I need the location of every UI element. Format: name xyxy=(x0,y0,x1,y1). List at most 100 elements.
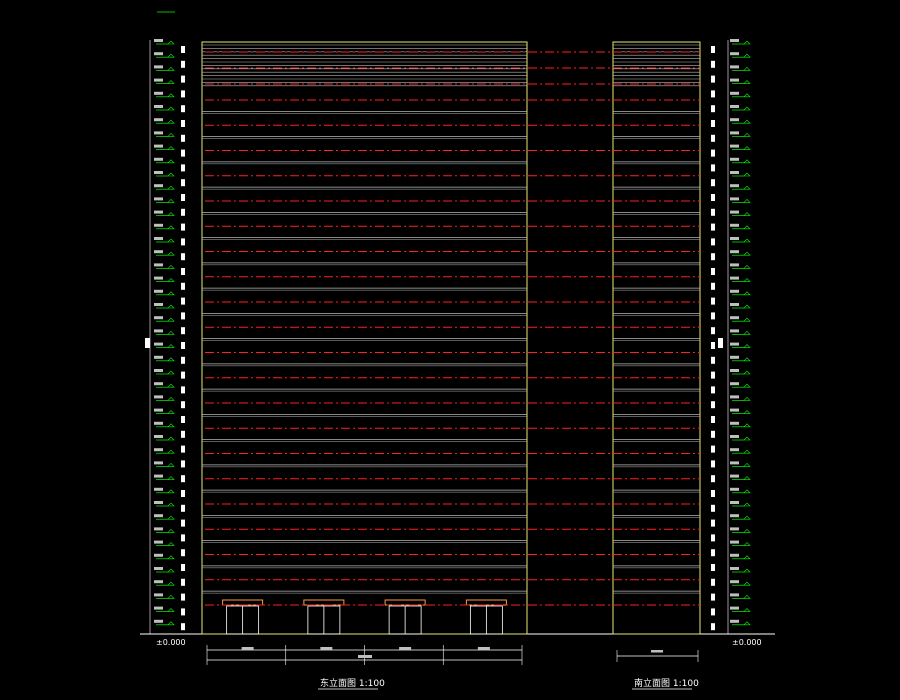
level-label-glyph xyxy=(730,395,739,399)
level-triangle xyxy=(743,66,751,71)
section-mark xyxy=(145,338,150,348)
level-block xyxy=(711,282,715,290)
level-label-glyph xyxy=(730,223,739,227)
level-block xyxy=(711,430,715,438)
level-triangle xyxy=(743,370,751,375)
level-triangle xyxy=(743,198,751,203)
level-block xyxy=(181,342,185,349)
level-label-glyph xyxy=(730,580,739,584)
level-block xyxy=(181,105,185,113)
level-label-glyph xyxy=(730,408,739,412)
level-triangle xyxy=(167,476,175,480)
level-block xyxy=(711,490,715,497)
level-label-glyph xyxy=(154,210,163,214)
entrance-canopy xyxy=(384,599,426,606)
level-label-glyph xyxy=(730,157,739,161)
level-block xyxy=(711,90,715,98)
level-block xyxy=(181,386,185,394)
level-block xyxy=(711,416,715,423)
level-block xyxy=(711,312,715,320)
level-label-glyph xyxy=(730,131,739,135)
level-triangle xyxy=(167,436,175,441)
level-triangle xyxy=(743,238,751,243)
level-label-glyph xyxy=(154,540,163,544)
level-block xyxy=(181,253,185,261)
level-label-glyph xyxy=(154,131,163,135)
level-label-glyph xyxy=(154,144,163,148)
level-triangle xyxy=(167,212,175,216)
level-triangle xyxy=(167,594,175,599)
level-block xyxy=(181,430,185,438)
right-level-markers: ±0.000 xyxy=(711,39,762,647)
level-label-glyph xyxy=(154,78,163,82)
level-triangle xyxy=(167,80,175,84)
level-block xyxy=(711,549,715,557)
level-triangle xyxy=(743,436,751,441)
level-triangle xyxy=(743,489,751,494)
level-label-glyph xyxy=(730,487,739,491)
level-triangle xyxy=(167,185,175,190)
left-level-markers: ±0.000 xyxy=(145,11,186,647)
level-label-glyph xyxy=(154,580,163,584)
dimension-lines xyxy=(206,645,699,665)
level-label-glyph xyxy=(154,355,163,359)
level-triangle xyxy=(743,344,751,348)
level-block xyxy=(711,445,715,453)
level-triangle xyxy=(167,159,175,164)
level-triangle xyxy=(743,132,751,137)
level-triangle xyxy=(743,423,751,428)
level-block xyxy=(711,134,715,142)
level-triangle xyxy=(167,423,175,428)
level-block xyxy=(711,149,715,157)
level-block xyxy=(181,460,185,468)
level-label-glyph xyxy=(154,250,163,254)
level-triangle xyxy=(167,238,175,243)
level-triangle xyxy=(167,542,175,546)
level-label-glyph xyxy=(730,210,739,214)
level-block xyxy=(181,490,185,497)
level-block xyxy=(711,519,715,527)
level-label-glyph xyxy=(154,395,163,399)
level-block xyxy=(711,120,715,127)
level-label-glyph xyxy=(154,619,163,623)
level-triangle xyxy=(167,528,175,533)
level-triangle xyxy=(743,93,751,98)
level-label-glyph xyxy=(730,382,739,386)
level-triangle xyxy=(167,449,175,454)
level-label-glyph xyxy=(154,184,163,188)
dim-value-glyph xyxy=(399,647,412,650)
level-label-glyph xyxy=(154,316,163,320)
level-label-glyph xyxy=(154,606,163,610)
level-label-glyph xyxy=(730,593,739,597)
level-triangle xyxy=(743,40,751,45)
south-outline xyxy=(612,41,701,635)
level-label-glyph xyxy=(730,105,739,108)
level-label-glyph xyxy=(730,78,739,82)
level-block xyxy=(181,90,185,98)
level-triangle xyxy=(167,568,175,573)
level-label-glyph xyxy=(730,421,739,425)
level-label-glyph xyxy=(154,171,163,174)
level-triangle xyxy=(743,278,751,282)
level-triangle xyxy=(167,383,175,388)
level-label-glyph xyxy=(730,329,739,333)
level-label-glyph xyxy=(154,91,163,95)
level-triangle xyxy=(167,581,175,586)
level-label-glyph xyxy=(730,435,739,438)
level-block xyxy=(711,356,715,364)
ground-level-label-right: ±0.000 xyxy=(732,638,762,647)
level-triangle xyxy=(743,581,751,586)
level-label-glyph xyxy=(154,448,163,452)
level-label-glyph xyxy=(154,421,163,425)
level-block xyxy=(181,327,185,335)
level-block xyxy=(711,564,715,571)
level-triangle xyxy=(743,251,751,256)
level-label-glyph xyxy=(154,553,163,557)
level-triangle xyxy=(743,172,751,177)
level-label-glyph xyxy=(730,514,739,518)
level-label-glyph xyxy=(154,105,163,108)
level-block xyxy=(711,623,715,631)
level-block xyxy=(181,268,185,275)
level-triangle xyxy=(743,119,751,124)
level-block xyxy=(711,208,715,216)
